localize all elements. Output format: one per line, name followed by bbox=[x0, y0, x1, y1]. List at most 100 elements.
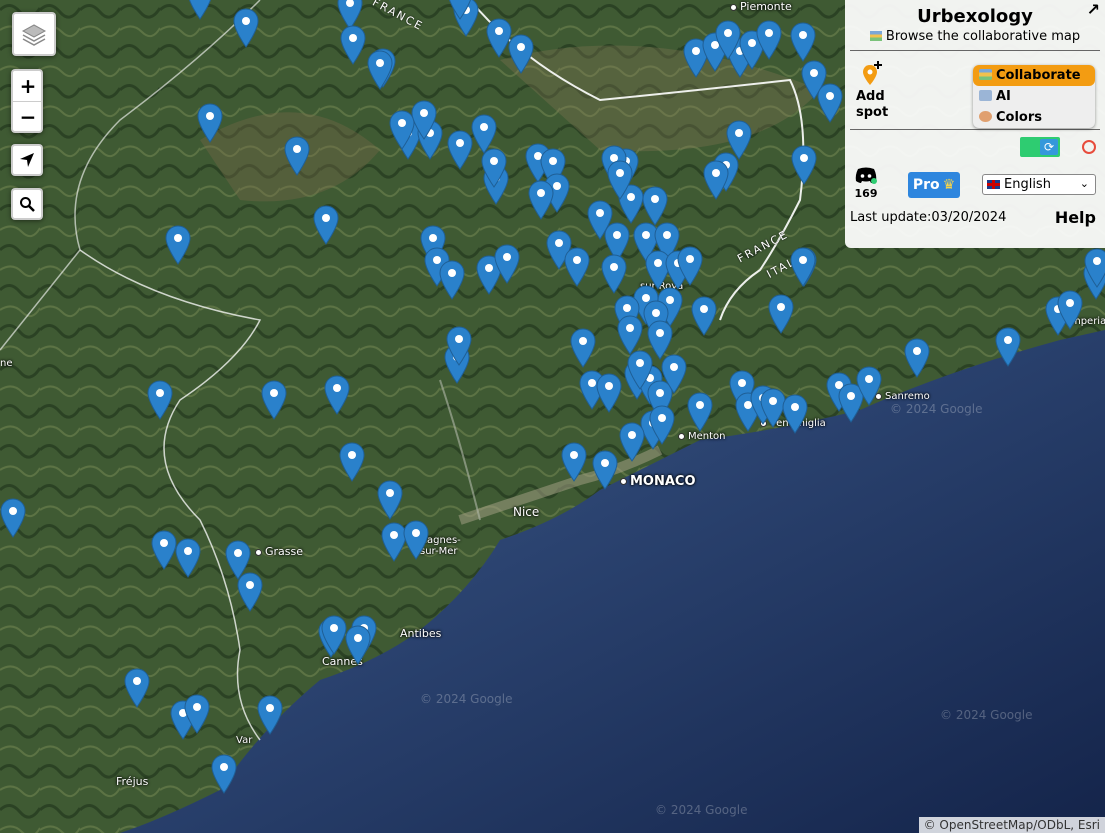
spot-marker[interactable] bbox=[439, 260, 465, 300]
spot-marker[interactable] bbox=[561, 442, 587, 482]
place-label-antibes: Antibes bbox=[400, 627, 442, 640]
map-pin-icon bbox=[791, 145, 817, 185]
discord-link[interactable]: 169 bbox=[854, 166, 878, 200]
help-link[interactable]: Help bbox=[1055, 208, 1096, 227]
spot-marker[interactable] bbox=[677, 246, 703, 286]
mode-collaborate[interactable]: Collaborate bbox=[973, 65, 1095, 86]
spot-marker[interactable] bbox=[447, 0, 473, 20]
spot-marker[interactable] bbox=[446, 326, 472, 366]
record-indicator-icon[interactable] bbox=[1082, 140, 1096, 154]
locate-button[interactable] bbox=[11, 144, 43, 176]
spot-marker[interactable] bbox=[592, 450, 618, 490]
browse-map-link[interactable]: Browse the collaborative map bbox=[850, 29, 1100, 44]
map-pin-icon bbox=[313, 205, 339, 245]
spot-marker[interactable] bbox=[642, 186, 668, 226]
spot-marker[interactable] bbox=[324, 375, 350, 415]
spot-marker[interactable] bbox=[340, 25, 366, 65]
spot-marker[interactable] bbox=[211, 754, 237, 794]
spot-marker[interactable] bbox=[184, 694, 210, 734]
map-pin-icon bbox=[411, 100, 437, 140]
spot-marker[interactable] bbox=[377, 480, 403, 520]
spot-marker[interactable] bbox=[447, 130, 473, 170]
spot-marker[interactable] bbox=[345, 625, 371, 665]
spot-marker[interactable] bbox=[904, 338, 930, 378]
map-pin-icon bbox=[768, 294, 794, 334]
imagery-watermark: © 2024 Google bbox=[890, 402, 983, 416]
map-pin-icon bbox=[147, 380, 173, 420]
spot-marker[interactable] bbox=[627, 350, 653, 390]
spot-marker[interactable] bbox=[147, 380, 173, 420]
spot-marker[interactable] bbox=[564, 247, 590, 287]
spot-marker[interactable] bbox=[124, 668, 150, 708]
spot-marker[interactable] bbox=[481, 148, 507, 188]
layers-button[interactable] bbox=[12, 12, 56, 56]
spot-marker[interactable] bbox=[995, 327, 1021, 367]
spot-marker[interactable] bbox=[607, 160, 633, 200]
spot-marker[interactable] bbox=[237, 572, 263, 612]
spot-marker[interactable] bbox=[817, 83, 843, 123]
refresh-icon: ⟳ bbox=[1040, 139, 1058, 155]
map-pin-icon bbox=[377, 480, 403, 520]
spot-marker[interactable] bbox=[791, 145, 817, 185]
spot-marker[interactable] bbox=[313, 205, 339, 245]
map-attribution[interactable]: © OpenStreetMap/ODbL, Esri bbox=[918, 817, 1105, 833]
spot-marker[interactable] bbox=[661, 354, 687, 394]
spot-marker[interactable] bbox=[1084, 248, 1105, 288]
spot-marker[interactable] bbox=[508, 34, 534, 74]
mode-ai[interactable]: AI bbox=[973, 86, 1095, 107]
map-pin-icon bbox=[561, 442, 587, 482]
spot-marker[interactable] bbox=[403, 520, 429, 560]
spot-marker[interactable] bbox=[703, 160, 729, 200]
spot-marker[interactable] bbox=[0, 498, 26, 538]
spot-marker[interactable] bbox=[790, 247, 816, 287]
map-pin-icon bbox=[627, 350, 653, 390]
spot-marker[interactable] bbox=[856, 366, 882, 406]
add-spot-button[interactable]: Add spot bbox=[856, 61, 896, 121]
spot-marker[interactable] bbox=[257, 695, 283, 735]
map-pin-icon bbox=[790, 247, 816, 287]
spot-marker[interactable] bbox=[619, 422, 645, 462]
spot-marker[interactable] bbox=[233, 8, 259, 48]
spot-marker[interactable] bbox=[175, 538, 201, 578]
pro-button[interactable]: Pro ♛ bbox=[908, 172, 960, 198]
map-pin-icon bbox=[211, 754, 237, 794]
spot-marker[interactable] bbox=[261, 380, 287, 420]
language-select[interactable]: English ⌄ bbox=[982, 174, 1096, 195]
spot-marker[interactable] bbox=[687, 392, 713, 432]
spot-marker[interactable] bbox=[494, 244, 520, 284]
spot-marker[interactable] bbox=[649, 405, 675, 445]
spot-marker[interactable] bbox=[617, 315, 643, 355]
spot-marker[interactable] bbox=[151, 530, 177, 570]
map-pin-icon bbox=[340, 25, 366, 65]
search-button[interactable] bbox=[11, 188, 43, 220]
spot-marker[interactable] bbox=[367, 50, 393, 90]
spot-marker[interactable] bbox=[715, 20, 741, 60]
spot-marker[interactable] bbox=[790, 22, 816, 62]
spot-marker[interactable] bbox=[528, 180, 554, 220]
mode-colors[interactable]: Colors bbox=[973, 107, 1095, 128]
spot-marker[interactable] bbox=[165, 225, 191, 265]
map-pin-icon bbox=[449, 0, 471, 20]
robot-icon bbox=[979, 90, 992, 101]
refresh-toggle[interactable]: ⟳ bbox=[1020, 137, 1060, 157]
map-pin-icon bbox=[715, 20, 741, 60]
spot-marker[interactable] bbox=[1057, 290, 1083, 330]
zoom-in-button[interactable]: + bbox=[13, 71, 43, 101]
spot-marker[interactable] bbox=[321, 615, 347, 655]
spot-marker[interactable] bbox=[411, 100, 437, 140]
spot-marker[interactable] bbox=[768, 294, 794, 334]
spot-marker[interactable] bbox=[691, 296, 717, 336]
map-pin-icon bbox=[995, 327, 1021, 367]
collapse-icon[interactable]: ↗ bbox=[1087, 0, 1100, 19]
spot-marker[interactable] bbox=[601, 254, 627, 294]
spot-marker[interactable] bbox=[756, 20, 782, 60]
spot-marker[interactable] bbox=[570, 328, 596, 368]
spot-marker[interactable] bbox=[284, 136, 310, 176]
zoom-out-button[interactable]: − bbox=[13, 101, 43, 131]
spot-marker[interactable] bbox=[187, 0, 213, 20]
spot-marker[interactable] bbox=[782, 394, 808, 434]
spot-marker[interactable] bbox=[339, 442, 365, 482]
spot-marker[interactable] bbox=[596, 373, 622, 413]
map-pin-icon bbox=[619, 422, 645, 462]
spot-marker[interactable] bbox=[197, 103, 223, 143]
